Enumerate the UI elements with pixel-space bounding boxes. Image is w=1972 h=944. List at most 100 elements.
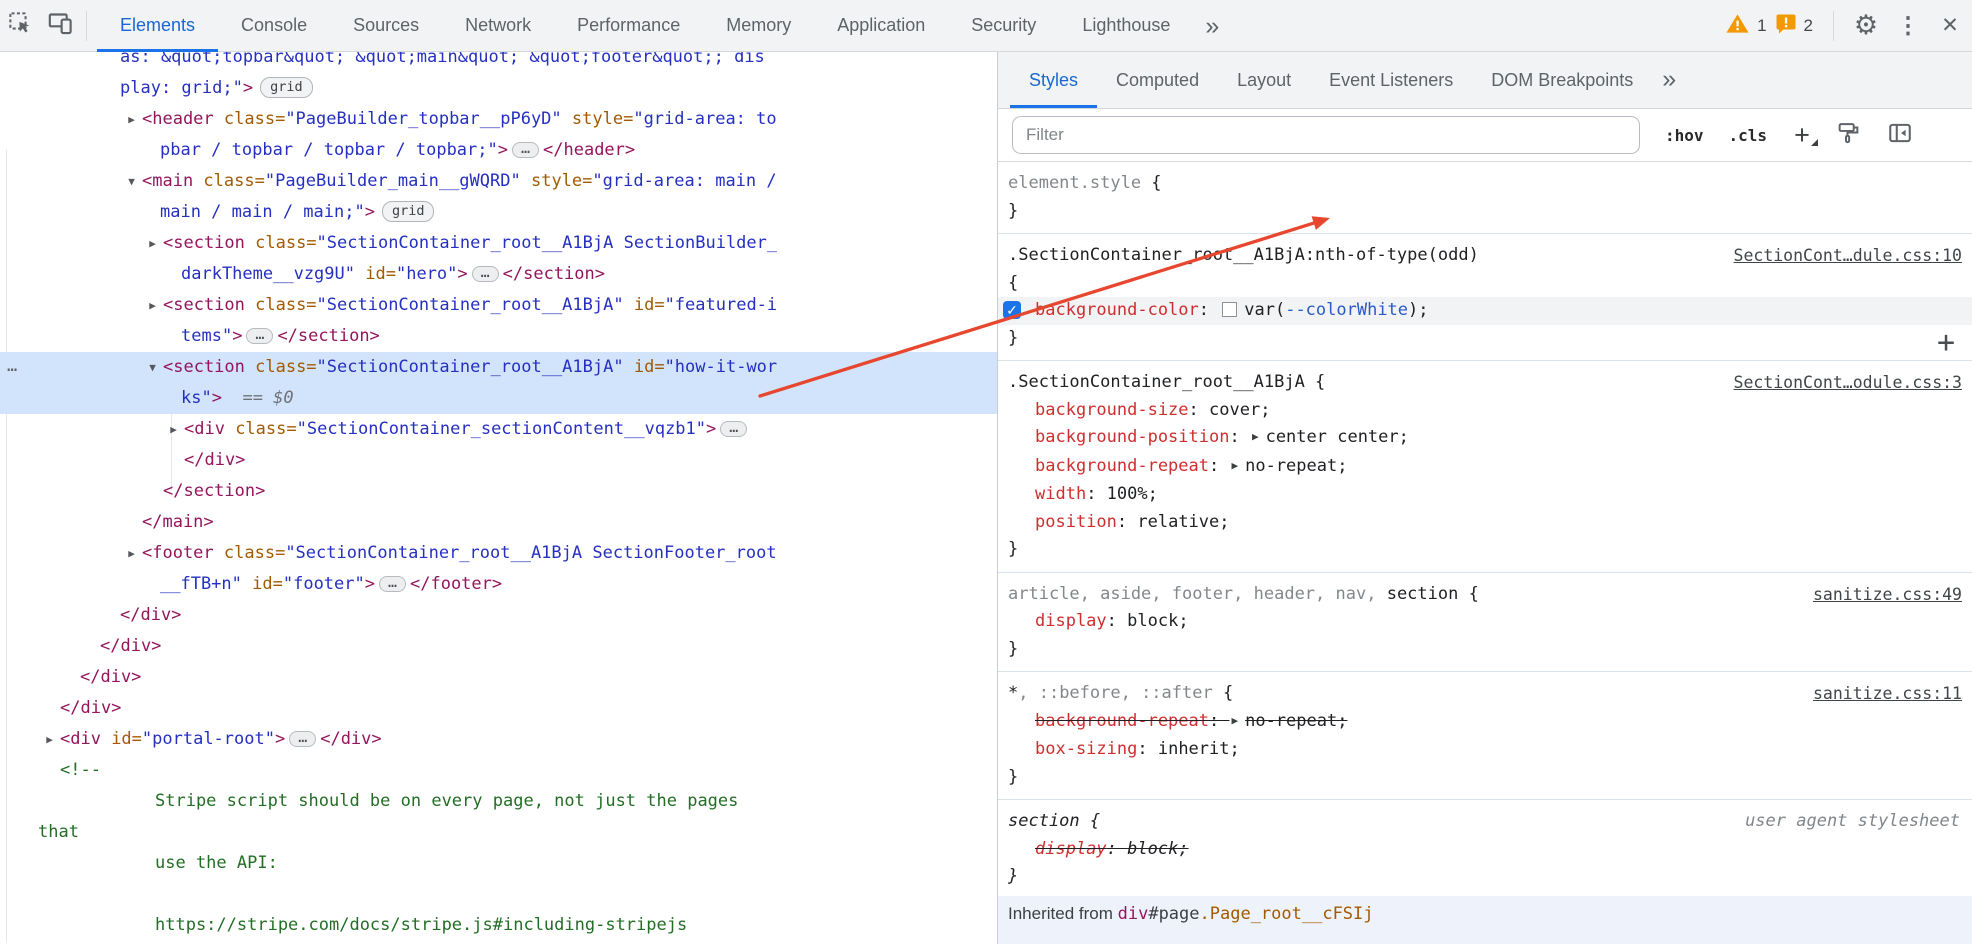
css-property-name[interactable]: background-size <box>1035 400 1189 420</box>
dom-node-footer-wrap[interactable]: __fTB+n" id="footer">…</footer> <box>0 569 997 600</box>
css-declaration-background-repeat[interactable]: background-repeat: ▶no-repeat; <box>1008 708 1962 737</box>
tab-security[interactable]: Security <box>948 0 1059 52</box>
dom-node-main-wrap[interactable]: main / main / main;">grid <box>0 197 997 228</box>
dom-comment-text[interactable]: https://stripe.com/docs/stripe.js#includ… <box>0 910 997 941</box>
more-sidebar-tabs-button[interactable]: » <box>1652 52 1686 108</box>
dom-comment-text[interactable]: use the API: <box>0 848 997 879</box>
element-classes-button[interactable]: .cls <box>1729 126 1768 145</box>
dom-node-header[interactable]: ▶<header class="PageBuilder_topbar__pP6y… <box>0 104 997 135</box>
css-declaration-width[interactable]: width: 100%; <box>1008 481 1962 509</box>
css-property-name[interactable]: width <box>1035 484 1086 504</box>
tab-computed[interactable]: Computed <box>1097 52 1218 108</box>
styles-filter-input[interactable] <box>1012 116 1640 154</box>
expand-arrow-icon[interactable]: ▶ <box>165 414 182 445</box>
dom-comment-text[interactable]: that <box>0 817 997 848</box>
expand-arrow-icon[interactable]: ▶ <box>123 538 140 569</box>
css-declaration-background-color[interactable]: ✓background-color: var(--colorWhite); <box>998 297 1972 325</box>
dom-node-section-hero[interactable]: ▶<section class="SectionContainer_root__… <box>0 228 997 259</box>
tab-elements[interactable]: Elements <box>97 0 218 52</box>
dom-node-main[interactable]: ▼<main class="PageBuilder_main__gWQRD" s… <box>0 166 997 197</box>
tab-styles[interactable]: Styles <box>1010 52 1097 108</box>
stylesheet-source-link[interactable]: SectionCont…dule.css:10 <box>1734 242 1962 270</box>
collapse-arrow-icon[interactable]: ▼ <box>123 166 140 197</box>
dom-wrapped-style-display[interactable]: play: grid;">grid <box>0 73 997 104</box>
tab-sources[interactable]: Sources <box>330 0 442 52</box>
stylesheet-source-link[interactable]: sanitize.css:11 <box>1813 680 1962 708</box>
rule-selector[interactable]: article, aside, footer, header, nav, sec… <box>1008 581 1962 609</box>
dom-close-main[interactable]: </main> <box>0 507 997 538</box>
expand-arrow-icon[interactable]: ▶ <box>144 290 161 321</box>
tab-console[interactable]: Console <box>218 0 330 52</box>
css-property-name[interactable]: display <box>1035 611 1107 631</box>
more-tabs-button[interactable]: » <box>1193 1 1231 51</box>
dom-wrapped-style-areas[interactable]: as: &quot;topbar&quot; &quot;main&quot; … <box>0 52 997 73</box>
rendering-emulations-button[interactable] <box>1836 120 1861 150</box>
tab-network[interactable]: Network <box>442 0 554 52</box>
css-declaration-display[interactable]: display: block; <box>1008 608 1962 636</box>
settings-gear-button[interactable]: ⚙ <box>1844 10 1888 41</box>
dom-node-footer[interactable]: ▶<footer class="SectionContainer_root__A… <box>0 538 997 569</box>
tab-layout[interactable]: Layout <box>1218 52 1310 108</box>
rule-selector[interactable]: .SectionContainer_root__A1BjA:nth-of-typ… <box>1008 242 1962 270</box>
css-property-name[interactable]: background-repeat <box>1035 456 1209 476</box>
expand-children-ellipsis-button[interactable]: … <box>379 576 406 592</box>
tab-dom-breakpoints[interactable]: DOM Breakpoints <box>1472 52 1652 108</box>
dom-node-header-wrap[interactable]: pbar / topbar / topbar / topbar;">…</hea… <box>0 135 997 166</box>
expand-children-ellipsis-button[interactable]: … <box>720 421 747 437</box>
stylesheet-source-link[interactable]: SectionCont…odule.css:3 <box>1734 369 1962 397</box>
dom-node-section-how-it-works[interactable]: ▼<section class="SectionContainer_root__… <box>0 352 997 383</box>
rule-selector[interactable]: element.style { <box>1008 170 1962 198</box>
grid-badge[interactable]: grid <box>260 77 313 98</box>
dom-node-section-featured-wrap[interactable]: tems">…</section> <box>0 321 997 352</box>
stylesheet-source-link[interactable]: sanitize.css:49 <box>1813 581 1962 609</box>
dom-close-div[interactable]: </div> <box>0 631 997 662</box>
tab-application[interactable]: Application <box>814 0 948 52</box>
warnings-indicator[interactable]: 1 <box>1725 12 1766 40</box>
dom-close-div[interactable]: </div> <box>0 445 997 476</box>
css-property-name[interactable]: position <box>1035 512 1117 532</box>
css-property-name[interactable]: background-repeat <box>1035 711 1209 731</box>
inherited-node-id[interactable]: #page <box>1148 904 1199 924</box>
css-declaration-background-position[interactable]: background-position: ▶center center; <box>1008 424 1962 453</box>
expand-children-ellipsis-button[interactable]: … <box>289 731 316 747</box>
expand-arrow-icon[interactable]: ▶ <box>41 724 58 755</box>
close-devtools-button[interactable]: ✕ <box>1928 13 1972 38</box>
rule-selector[interactable]: section {user agent stylesheet <box>1008 808 1962 836</box>
grid-badge[interactable]: grid <box>382 201 435 222</box>
toggle-device-toolbar-button[interactable] <box>40 0 80 52</box>
new-style-rule-button[interactable]: + <box>1794 125 1810 145</box>
dom-close-div[interactable]: </div> <box>0 693 997 724</box>
expand-children-ellipsis-button[interactable]: … <box>472 266 499 282</box>
dom-comment-blank[interactable] <box>0 879 997 910</box>
color-swatch[interactable] <box>1222 302 1237 317</box>
css-declaration-display[interactable]: display: block; <box>1008 836 1962 864</box>
collapse-arrow-icon[interactable]: ▼ <box>144 352 161 383</box>
expand-arrow-icon[interactable]: ▶ <box>144 228 161 259</box>
expand-children-ellipsis-button[interactable]: … <box>246 328 273 344</box>
expand-arrow-icon[interactable]: ▶ <box>123 104 140 135</box>
css-declaration-box-sizing[interactable]: box-sizing: inherit; <box>1008 736 1962 764</box>
insert-declaration-plus-button[interactable]: + <box>1937 329 1955 356</box>
toggle-pseudo-state-button[interactable]: :hov <box>1665 126 1704 145</box>
dom-node-section-hero-wrap[interactable]: darkTheme__vzg9U" id="hero">…</section> <box>0 259 997 290</box>
inherited-node-tag[interactable]: div <box>1118 904 1149 924</box>
more-options-kebab-button[interactable]: ⋮ <box>1888 12 1928 39</box>
declaration-enabled-checkbox[interactable]: ✓ <box>1003 301 1021 319</box>
tab-event-listeners[interactable]: Event Listeners <box>1310 52 1472 108</box>
inspect-element-button[interactable] <box>0 0 40 52</box>
dom-node-section-how-it-works-wrap[interactable]: ks"> == $0 <box>0 383 997 414</box>
node-options-dots-button[interactable]: … <box>7 352 18 383</box>
css-property-name[interactable]: background-position <box>1035 427 1229 447</box>
rule-selector[interactable]: *, ::before, ::after {sanitize.css:11 <box>1008 680 1962 708</box>
css-property-name[interactable]: background-color <box>1035 300 1199 320</box>
expand-children-ellipsis-button[interactable]: … <box>512 142 539 158</box>
expand-value-icon[interactable]: ▶ <box>1231 452 1238 480</box>
toggle-computed-sidebar-button[interactable] <box>1887 120 1913 151</box>
tab-memory[interactable]: Memory <box>703 0 814 52</box>
css-declaration-background-repeat[interactable]: background-repeat: ▶no-repeat; <box>1008 453 1962 482</box>
rule-selector[interactable]: .SectionContainer_root__A1BjA {SectionCo… <box>1008 369 1962 397</box>
css-property-name[interactable]: display <box>1035 839 1107 859</box>
dom-close-section[interactable]: </section> <box>0 476 997 507</box>
tab-performance[interactable]: Performance <box>554 0 703 52</box>
css-declaration-background-size[interactable]: background-size: cover; <box>1008 397 1962 425</box>
